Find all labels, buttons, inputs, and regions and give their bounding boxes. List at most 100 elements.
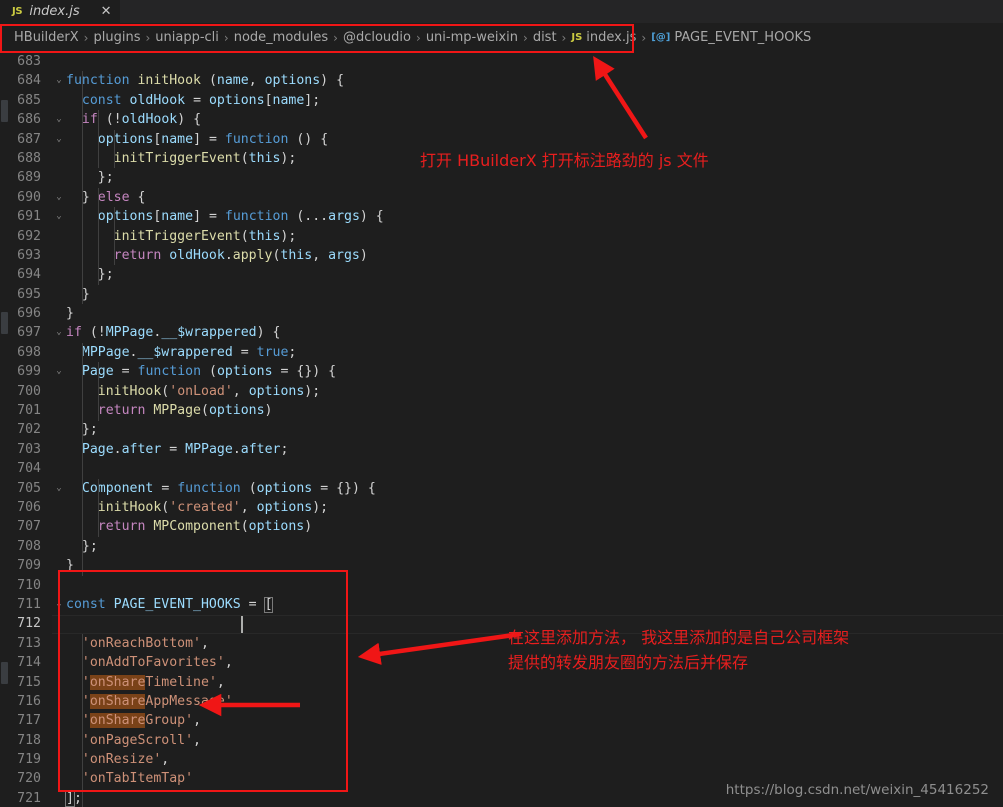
line-number: 685 bbox=[17, 92, 41, 108]
line-number: 708 bbox=[17, 538, 41, 554]
code-line[interactable]: 709} bbox=[0, 556, 1003, 575]
breadcrumb-item-dist[interactable]: dist bbox=[533, 30, 557, 45]
code-text: } bbox=[81, 286, 90, 302]
code-line[interactable]: 715 'onShareTimeline', bbox=[0, 673, 1003, 692]
code-line[interactable]: 691 ⌄ options[name] = function (...args) … bbox=[0, 207, 1003, 226]
code-line[interactable]: 710 bbox=[0, 576, 1003, 595]
breadcrumb-item-uniapp-cli[interactable]: uniapp-cli bbox=[155, 30, 219, 45]
breadcrumb-separator: › bbox=[523, 30, 528, 45]
code-line[interactable]: 718 'onPageScroll', bbox=[0, 731, 1003, 750]
code-editor[interactable]: 683 684 ⌄ function initHook (name, options)… bbox=[0, 52, 1003, 807]
code-line[interactable]: 688 initTriggerEvent(this); bbox=[0, 149, 1003, 168]
line-number: 686 bbox=[17, 112, 41, 128]
breadcrumb-item-dcloudio[interactable]: @dcloudio bbox=[343, 30, 411, 45]
code-text: options[name] = function () { bbox=[97, 131, 329, 147]
code-line[interactable]: 704 bbox=[0, 459, 1003, 478]
code-text: Page.after = MPPage.after; bbox=[81, 441, 289, 457]
code-line[interactable]: 690 ⌄ } else { bbox=[0, 188, 1003, 207]
code-line[interactable]: 707 return MPComponent(options) bbox=[0, 517, 1003, 536]
line-number: 709 bbox=[17, 558, 41, 574]
tab-label: index.js bbox=[29, 4, 80, 19]
bracket-match-outline bbox=[263, 597, 274, 614]
fold-chevron-down-icon[interactable]: ⌄ bbox=[52, 71, 66, 90]
code-line[interactable]: 706 initHook('created', options); bbox=[0, 498, 1003, 517]
code-line[interactable]: 711 ⌄ const PAGE_EVENT_HOOKS = [ bbox=[0, 595, 1003, 614]
code-line[interactable]: 708 }; bbox=[0, 537, 1003, 556]
breadcrumb-item-plugins[interactable]: plugins bbox=[93, 30, 140, 45]
fold-chevron-down-icon[interactable]: ⌄ bbox=[52, 188, 66, 207]
code-line[interactable]: 714 'onAddToFavorites', bbox=[0, 653, 1003, 672]
fold-chevron-down-icon[interactable]: ⌄ bbox=[52, 595, 66, 614]
tab-bar-empty-space bbox=[120, 0, 1003, 23]
fold-chevron-down-icon[interactable]: ⌄ bbox=[52, 207, 66, 226]
code-line[interactable]: 686 ⌄ if (!oldHook) { bbox=[0, 110, 1003, 129]
indent-guide bbox=[81, 614, 83, 807]
code-line[interactable]: 684 ⌄ function initHook (name, options) { bbox=[0, 71, 1003, 90]
code-line[interactable]: 717 'onShareGroup', bbox=[0, 711, 1003, 730]
code-line[interactable]: 705 ⌄ Component = function (options = {})… bbox=[0, 479, 1003, 498]
code-line[interactable]: 699 ⌄ Page = function (options = {}) { bbox=[0, 362, 1003, 381]
code-line[interactable]: 692 initTriggerEvent(this); bbox=[0, 227, 1003, 246]
code-text: 'onShareAppMessage', bbox=[81, 693, 241, 709]
breadcrumb-separator: › bbox=[641, 30, 647, 45]
code-line[interactable]: 689 }; bbox=[0, 168, 1003, 187]
code-line[interactable]: 700 initHook('onLoad', options); bbox=[0, 382, 1003, 401]
line-number: 694 bbox=[17, 267, 41, 283]
line-number: 697 bbox=[17, 325, 41, 341]
code-text: } bbox=[66, 306, 74, 322]
breadcrumb-separator: › bbox=[83, 30, 89, 45]
fold-chevron-down-icon[interactable]: ⌄ bbox=[52, 110, 66, 129]
indent-guide bbox=[97, 362, 99, 421]
code-line[interactable]: 716 'onShareAppMessage', bbox=[0, 692, 1003, 711]
fold-chevron-down-icon[interactable]: ⌄ bbox=[52, 323, 66, 342]
code-line[interactable]: 713 'onReachBottom', bbox=[0, 634, 1003, 653]
breadcrumb-item-hbuilderx[interactable]: HBuilderX bbox=[14, 30, 79, 45]
code-line[interactable]: 712 'onPullDownRefresh', bbox=[0, 614, 1003, 633]
code-line[interactable]: 694 }; bbox=[0, 265, 1003, 284]
code-line[interactable]: 693 return oldHook.apply(this, args) bbox=[0, 246, 1003, 265]
code-text: const oldHook = options[name]; bbox=[81, 92, 321, 108]
breadcrumb-item-uni-mp-weixin[interactable]: uni-mp-weixin bbox=[426, 30, 518, 45]
breadcrumb-separator: › bbox=[223, 30, 229, 45]
fold-chevron-down-icon[interactable]: ⌄ bbox=[52, 130, 66, 149]
code-line[interactable]: 683 bbox=[0, 52, 1003, 71]
code-line[interactable]: 701 return MPPage(options) bbox=[0, 401, 1003, 420]
code-text: Page = function (options = {}) { bbox=[82, 364, 337, 380]
code-line[interactable]: 702 }; bbox=[0, 420, 1003, 439]
code-line[interactable]: 687 ⌄ options[name] = function () { bbox=[0, 130, 1003, 149]
code-line[interactable]: 696} bbox=[0, 304, 1003, 323]
code-text: 'onShareTimeline', bbox=[81, 674, 225, 690]
code-line[interactable]: 720 'onTabItemTap' bbox=[0, 769, 1003, 788]
code-line[interactable]: 719 'onResize', bbox=[0, 750, 1003, 769]
code-line[interactable]: 703 Page.after = MPPage.after; bbox=[0, 440, 1003, 459]
close-icon[interactable]: ✕ bbox=[101, 5, 112, 18]
code-lines[interactable]: 683 684 ⌄ function initHook (name, options)… bbox=[0, 52, 1003, 807]
line-number: 684 bbox=[17, 73, 41, 89]
tab-index-js[interactable]: JS index.js ✕ bbox=[0, 0, 121, 23]
code-text: 'onPageScroll', bbox=[81, 732, 201, 748]
code-text: MPPage.__$wrappered = true; bbox=[81, 344, 297, 360]
line-number: 721 bbox=[17, 790, 41, 806]
code-line[interactable]: 685 const oldHook = options[name]; bbox=[0, 91, 1003, 110]
code-line[interactable]: 698 MPPage.__$wrappered = true; bbox=[0, 343, 1003, 362]
code-line[interactable]: 721]; bbox=[0, 789, 1003, 807]
line-number: 719 bbox=[17, 752, 41, 768]
breadcrumb-item-page-event-hooks[interactable]: PAGE_EVENT_HOOKS bbox=[674, 30, 811, 45]
breadcrumb-separator: › bbox=[416, 30, 421, 45]
line-number: 704 bbox=[17, 461, 41, 477]
breadcrumb-item-index-js[interactable]: index.js bbox=[586, 30, 636, 45]
line-number: 718 bbox=[17, 732, 41, 748]
fold-chevron-down-icon[interactable]: ⌄ bbox=[52, 362, 66, 381]
line-number: 703 bbox=[17, 441, 41, 457]
js-file-icon: JS bbox=[12, 6, 23, 17]
fold-chevron-down-icon[interactable]: ⌄ bbox=[52, 479, 66, 498]
breadcrumb-separator: › bbox=[333, 30, 338, 45]
line-number: 693 bbox=[17, 247, 41, 263]
line-number: 687 bbox=[17, 131, 41, 147]
breadcrumb-item-node-modules[interactable]: node_modules bbox=[234, 30, 328, 45]
code-text: }; bbox=[97, 267, 114, 283]
code-line[interactable]: 697 ⌄ if (!MPPage.__$wrappered) { bbox=[0, 323, 1003, 342]
breadcrumb-separator: › bbox=[561, 30, 567, 45]
line-number: 716 bbox=[17, 693, 41, 709]
code-line[interactable]: 695 } bbox=[0, 285, 1003, 304]
